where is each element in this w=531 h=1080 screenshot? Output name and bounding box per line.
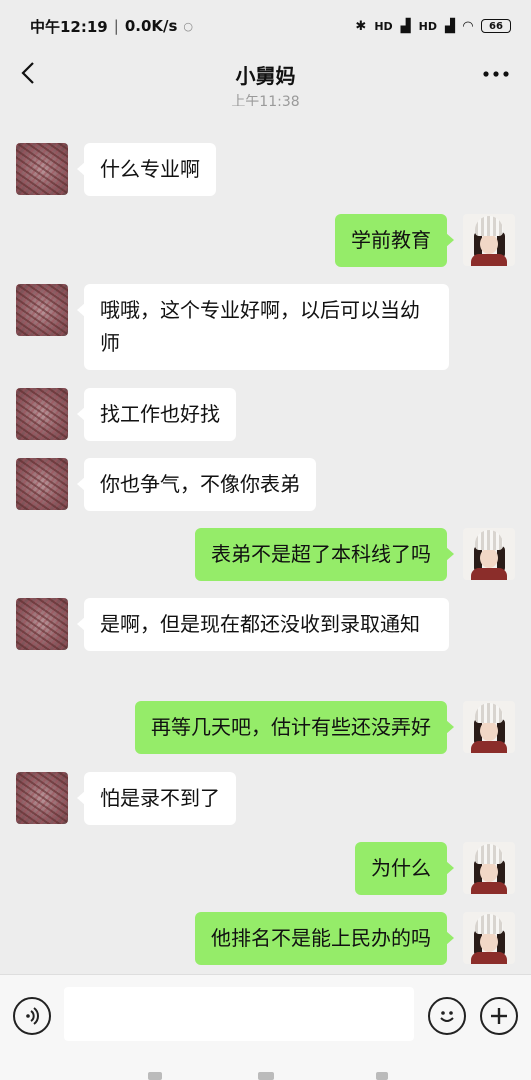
message-bubble-sent[interactable]: 学前教育 [335, 214, 454, 267]
message-bubble-received[interactable]: 怕是录不到了 [77, 772, 236, 825]
message-bubble-sent[interactable]: 再等几天吧，估计有些还没弄好 [135, 701, 454, 754]
message-bubble-received[interactable]: 是啊，但是现在都还没收到录取通知 [77, 598, 449, 651]
message-bubble-received[interactable]: 找工作也好找 [77, 388, 236, 441]
emoji-icon[interactable] [428, 997, 466, 1035]
contact-avatar[interactable] [16, 143, 68, 195]
message-bubble-sent[interactable]: 他排名不是能上民办的吗 [195, 912, 454, 965]
self-avatar[interactable] [463, 528, 515, 580]
self-avatar[interactable] [463, 214, 515, 266]
nav-home-icon[interactable] [258, 1072, 274, 1080]
voice-icon[interactable] [13, 997, 51, 1035]
nav-menu-icon[interactable] [148, 1072, 162, 1080]
contact-avatar[interactable] [16, 284, 68, 336]
message-input[interactable] [64, 987, 414, 1041]
contact-avatar[interactable] [16, 458, 68, 510]
contact-avatar[interactable] [16, 598, 68, 650]
message-bubble-sent[interactable]: 表弟不是超了本科线了吗 [195, 528, 454, 581]
self-avatar[interactable] [463, 842, 515, 894]
message-list: 什么专业啊 学前教育 哦哦，这个专业好啊，以后可以当幼师 找工作也好找 你也争气… [0, 0, 531, 1080]
message-bubble-sent[interactable]: 为什么 [355, 842, 454, 895]
plus-icon[interactable] [480, 997, 518, 1035]
input-bar [0, 974, 531, 1053]
self-avatar[interactable] [463, 912, 515, 964]
message-bubble-received[interactable]: 你也争气，不像你表弟 [77, 458, 316, 511]
contact-avatar[interactable] [16, 388, 68, 440]
system-nav-bar [0, 1052, 531, 1080]
message-bubble-received[interactable]: 什么专业啊 [77, 143, 216, 196]
self-avatar[interactable] [463, 701, 515, 753]
message-bubble-received[interactable]: 哦哦，这个专业好啊，以后可以当幼师 [77, 284, 449, 370]
contact-avatar[interactable] [16, 772, 68, 824]
nav-back-icon[interactable] [376, 1072, 388, 1080]
